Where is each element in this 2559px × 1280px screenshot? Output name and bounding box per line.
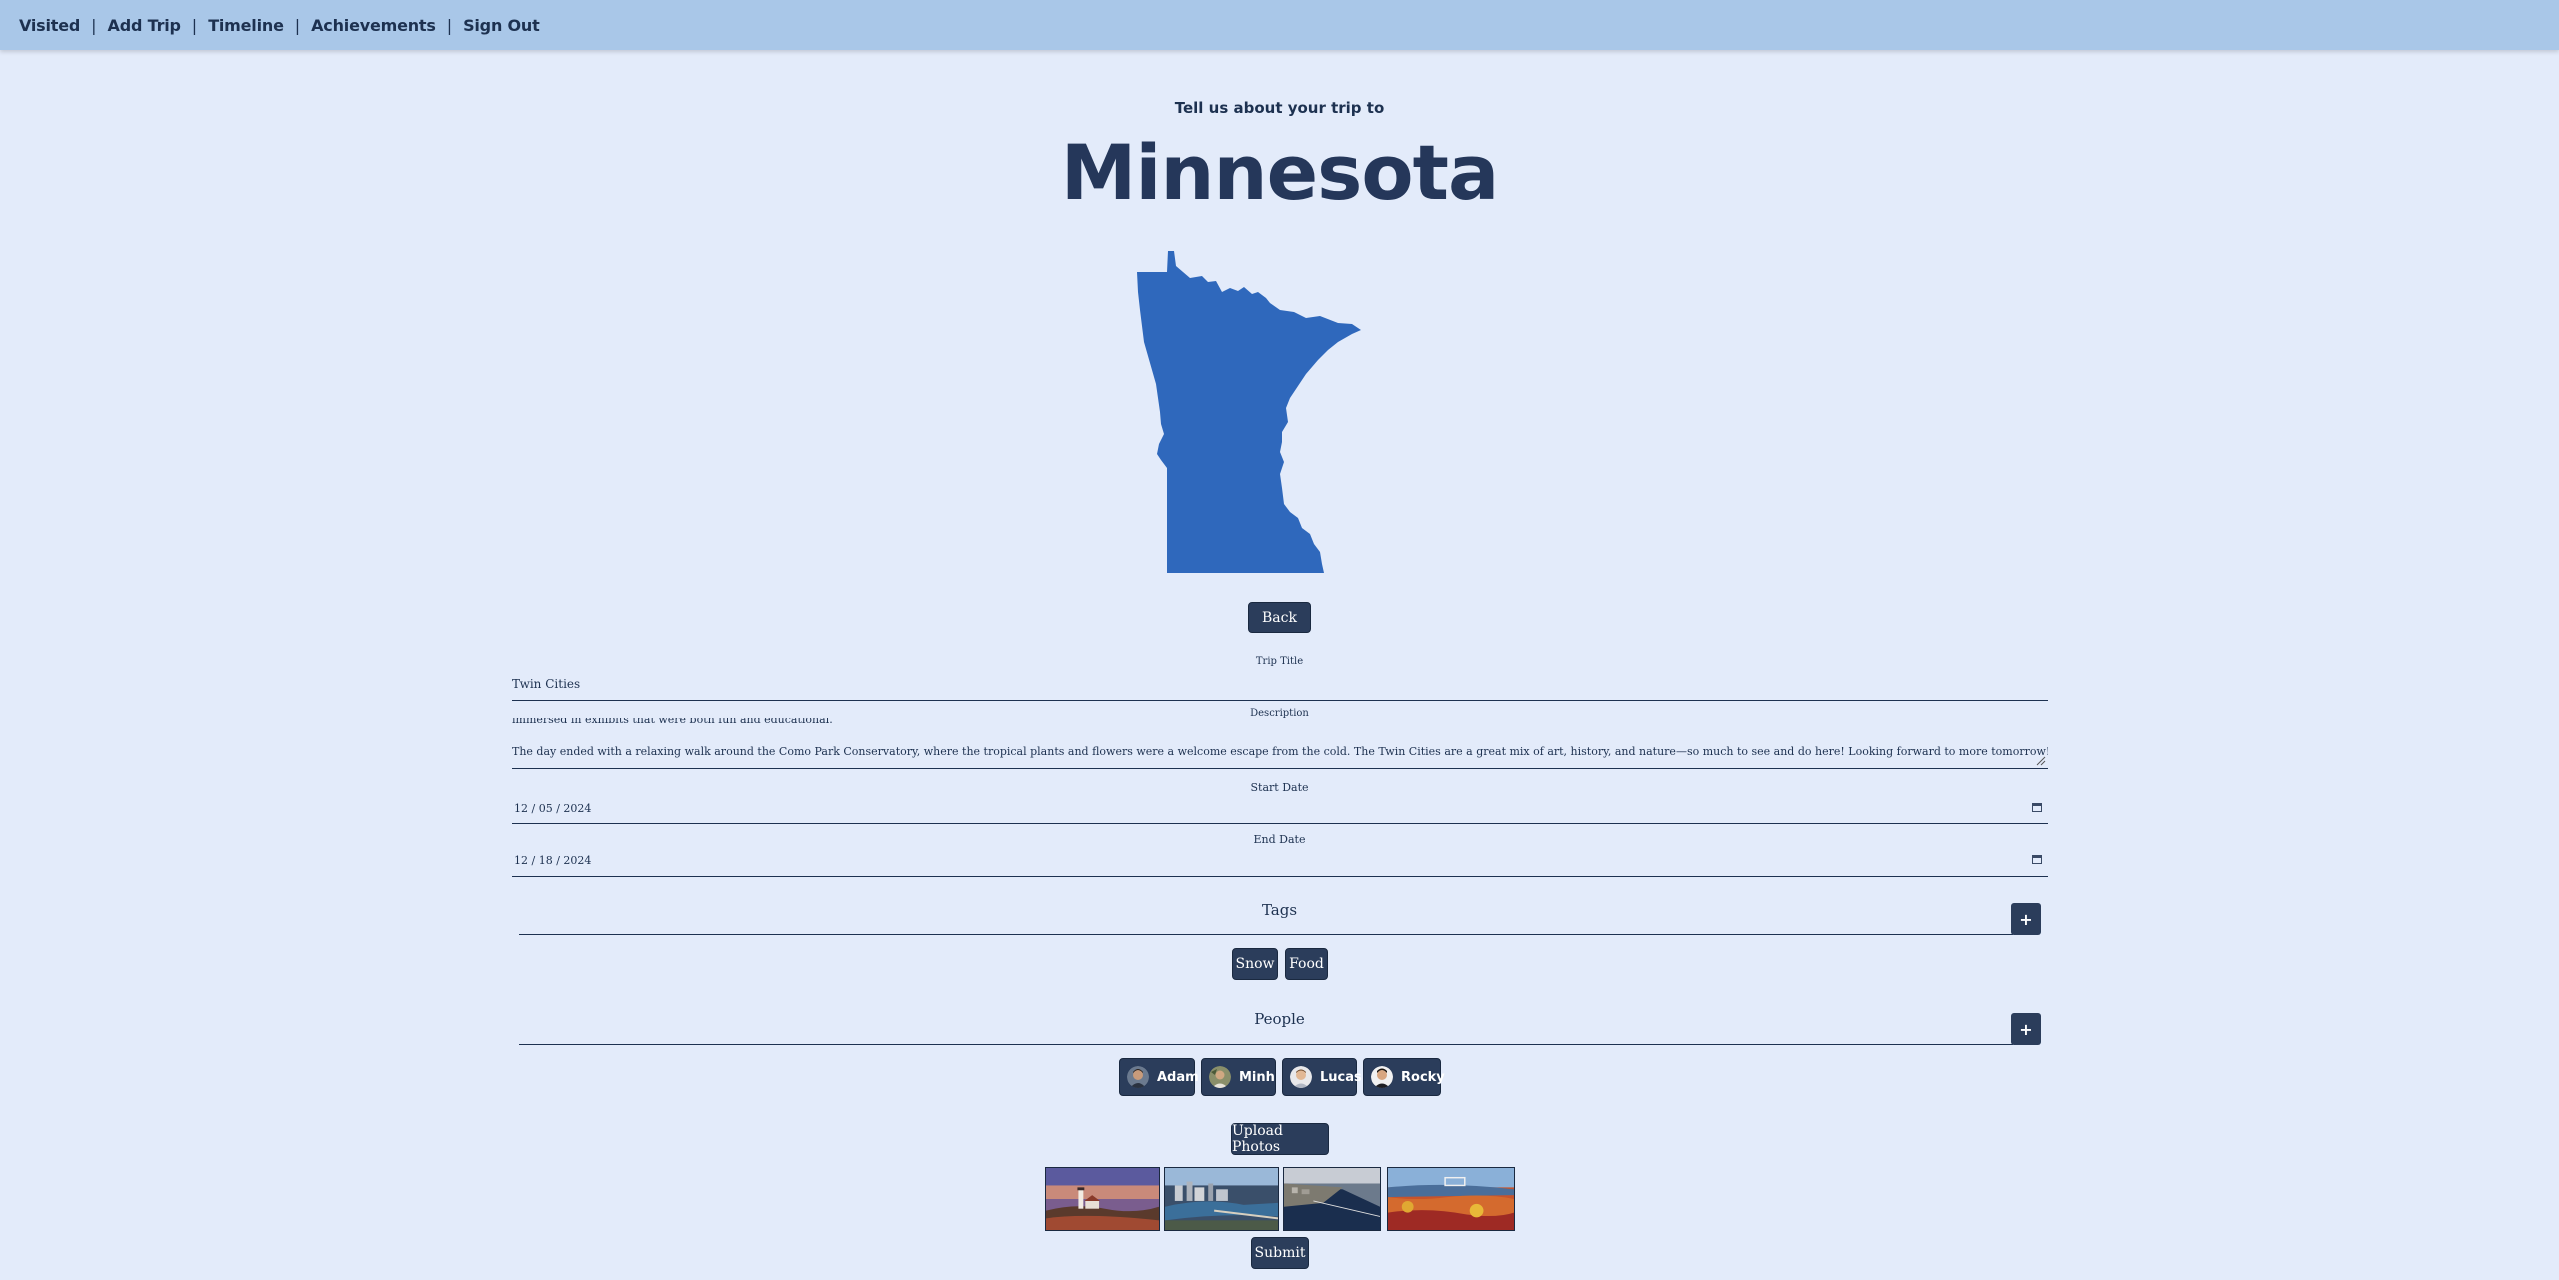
nav-separator: | bbox=[294, 15, 301, 35]
person-chip-minh[interactable]: Minh bbox=[1201, 1058, 1276, 1096]
people-title: People bbox=[1254, 1010, 1305, 1028]
calendar-icon[interactable] bbox=[2032, 855, 2042, 864]
nav-add-trip[interactable]: Add Trip bbox=[108, 16, 181, 35]
trip-title-input[interactable]: Twin Cities bbox=[512, 677, 580, 691]
nav-separator: | bbox=[191, 15, 198, 35]
avatar bbox=[1127, 1066, 1149, 1088]
tag-food[interactable]: Food bbox=[1285, 948, 1328, 980]
person-chip-rocky[interactable]: Rocky bbox=[1363, 1058, 1445, 1096]
autumn-hills-photo[interactable] bbox=[1387, 1167, 1515, 1231]
nav-visited[interactable]: Visited bbox=[19, 16, 80, 35]
avatar bbox=[1371, 1066, 1393, 1088]
nav-achievements[interactable]: Achievements bbox=[311, 16, 436, 35]
city-river-photo[interactable] bbox=[1164, 1167, 1279, 1231]
nav-sign-out[interactable]: Sign Out bbox=[463, 16, 540, 35]
person-name: Adam bbox=[1157, 1069, 1199, 1085]
calendar-icon[interactable] bbox=[2032, 803, 2042, 812]
top-nav-bar: Visited | Add Trip | Timeline | Achievem… bbox=[0, 0, 2559, 50]
person-chip-adam[interactable]: Adam bbox=[1119, 1058, 1199, 1096]
upload-photos-button[interactable]: Upload Photos bbox=[1231, 1123, 1329, 1155]
end-date-input[interactable]: 12 / 18 / 2024 bbox=[514, 854, 591, 867]
add-person-button[interactable]: + bbox=[2011, 1013, 2041, 1045]
start-date-underline bbox=[512, 823, 2048, 824]
back-button[interactable]: Back bbox=[1248, 602, 1311, 633]
end-date-label: End Date bbox=[1253, 833, 1306, 846]
nav-separator: | bbox=[446, 15, 453, 35]
tags-title: Tags bbox=[1261, 901, 1298, 919]
description-line-partial: immersed in exhibits that were both fun … bbox=[512, 718, 833, 726]
resize-handle-icon[interactable] bbox=[2036, 756, 2046, 766]
tag-snow[interactable]: Snow bbox=[1232, 948, 1278, 980]
avatar bbox=[1209, 1066, 1231, 1088]
harbor-photo[interactable] bbox=[1283, 1167, 1381, 1231]
person-chip-lucas[interactable]: Lucas bbox=[1282, 1058, 1362, 1096]
page-subtitle: Tell us about your trip to bbox=[1174, 99, 1385, 117]
trip-title-label: Trip Title bbox=[1255, 656, 1304, 667]
avatar bbox=[1290, 1066, 1312, 1088]
state-title: Minnesota bbox=[1060, 128, 1500, 217]
description-underline bbox=[512, 768, 2048, 769]
submit-button[interactable]: Submit bbox=[1251, 1237, 1309, 1269]
description-textarea[interactable]: immersed in exhibits that were both fun … bbox=[512, 718, 2048, 770]
end-date-underline bbox=[512, 876, 2048, 877]
add-tag-button[interactable]: + bbox=[2011, 903, 2041, 935]
person-name: Minh bbox=[1239, 1069, 1275, 1085]
people-underline bbox=[519, 1044, 2013, 1045]
lighthouse-photo[interactable] bbox=[1045, 1167, 1160, 1231]
person-name: Lucas bbox=[1320, 1069, 1362, 1085]
trip-title-underline bbox=[512, 700, 2048, 701]
tags-underline bbox=[519, 934, 2013, 935]
state-map bbox=[1137, 251, 1361, 573]
start-date-label: Start Date bbox=[1250, 781, 1309, 794]
nav-separator: | bbox=[91, 15, 97, 35]
minnesota-shape bbox=[1137, 251, 1361, 573]
nav-timeline[interactable]: Timeline bbox=[208, 16, 284, 35]
person-name: Rocky bbox=[1401, 1069, 1445, 1085]
start-date-input[interactable]: 12 / 05 / 2024 bbox=[514, 802, 591, 815]
description-line-last: The day ended with a relaxing walk aroun… bbox=[512, 745, 2048, 758]
